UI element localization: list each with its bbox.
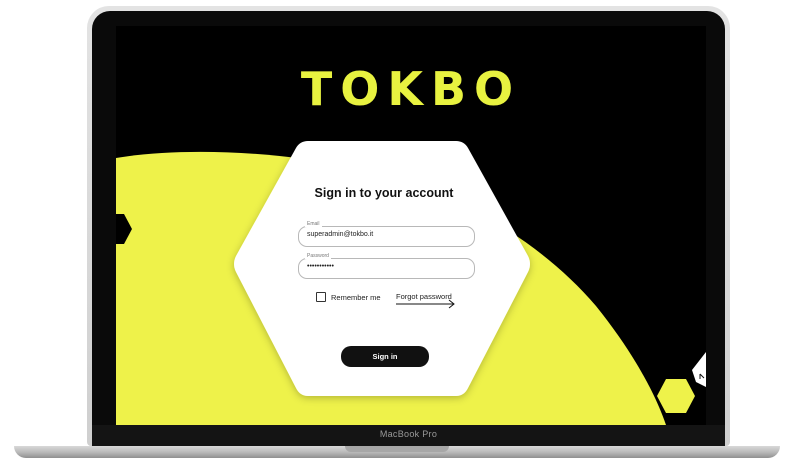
laptop-base-notch [345,446,449,452]
sign-in-button[interactable]: Sign in [341,346,429,367]
arrow-right-icon [396,299,455,309]
hexagon-badge-icon [657,379,695,413]
remember-me-checkbox[interactable] [316,292,326,302]
laptop-chin: MacBook Pro [92,425,725,446]
password-field-value: ••••••••••• [307,263,334,270]
screen: TOKBO Sign in to your account Email supe… [116,26,706,425]
device-label: MacBook Pro [379,429,438,439]
password-field[interactable]: Password ••••••••••• [298,253,475,279]
password-field-label: Password [305,253,331,259]
email-field-label: Email [305,221,322,227]
email-field-value: superadmin@tokbo.it [307,231,374,238]
corner-badge-icon [692,352,706,387]
login-title: Sign in to your account [314,186,454,200]
email-field[interactable]: Email superadmin@tokbo.it [298,221,475,247]
remember-me-option[interactable]: Remember me [316,292,381,302]
remember-me-label: Remember me [331,292,381,302]
